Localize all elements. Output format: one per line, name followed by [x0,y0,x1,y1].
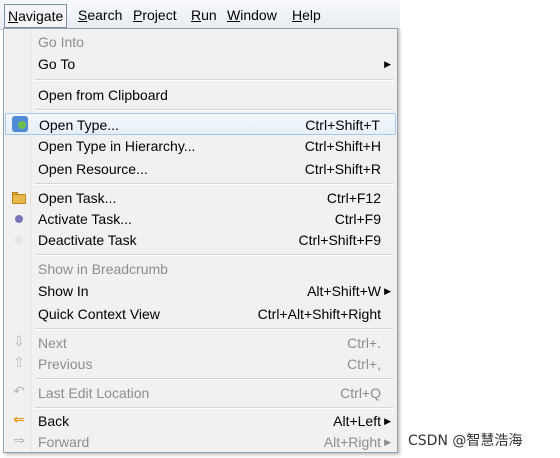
open-type-shortcut: Ctrl+Shift+T [305,117,380,133]
menu-item-next[interactable]: ⇩ Next Ctrl+. [5,332,396,354]
go-into-label: Go Into [38,34,84,50]
last-edit-location-shortcut: Ctrl+Q [340,385,381,401]
show-in-shortcut: Alt+Shift+W [307,283,381,299]
open-task-shortcut: Ctrl+F12 [326,190,381,206]
deactivate-task-label: Deactivate Task [38,232,137,248]
menu-item-open-type[interactable]: Open Type... Ctrl+Shift+T [5,113,396,135]
previous-annotation-icon: ⇧ [13,354,25,370]
open-resource-shortcut: Ctrl+Shift+R [304,161,381,177]
menu-item-open-task[interactable]: Open Task... Ctrl+F12 [5,187,396,209]
forward-arrow-icon: ⇒ [13,432,25,448]
menu-item-deactivate-task[interactable]: Deactivate Task Ctrl+Shift+F9 [5,229,396,251]
submenu-arrow-icon: ▶ [384,416,391,426]
menu-item-forward[interactable]: ⇒ Forward Alt+Right ▶ [5,431,396,453]
task-dot-icon [11,211,27,227]
menu-item-open-resource[interactable]: Open Resource... Ctrl+Shift+R [5,158,396,180]
open-type-icon [12,116,28,132]
menu-item-show-in-breadcrumb[interactable]: Show in Breadcrumb [5,258,396,280]
activate-task-label: Activate Task... [38,211,132,227]
submenu-arrow-icon: ▶ [384,437,391,447]
open-from-clipboard-label: Open from Clipboard [38,87,168,103]
menu-item-quick-context-view[interactable]: Quick Context View Ctrl+Alt+Shift+Right [5,303,396,325]
menu-separator [35,407,393,409]
quick-context-view-label: Quick Context View [38,306,160,322]
watermark-text: CSDN @智慧浩海 [408,433,523,449]
menu-window[interactable]: Window [225,6,279,26]
menu-item-last-edit-location[interactable]: ↶ Last Edit Location Ctrl+Q [5,382,396,404]
menu-item-go-into[interactable]: Go Into [5,31,396,53]
quick-context-view-shortcut: Ctrl+Alt+Shift+Right [257,306,381,322]
menu-project[interactable]: Project [131,6,179,26]
navigate-dropdown-menu: Go Into Go To ▶ Open from Clipboard Open… [3,28,398,453]
back-label: Back [38,413,70,429]
next-shortcut: Ctrl+. [347,335,381,351]
open-type-in-hierarchy-label: Open Type in Hierarchy... [38,138,196,154]
menu-item-go-to[interactable]: Go To ▶ [5,53,396,75]
activate-task-shortcut: Ctrl+F9 [334,211,381,227]
next-label: Next [38,335,67,351]
show-in-breadcrumb-label: Show in Breadcrumb [38,261,168,277]
menu-item-previous[interactable]: ⇧ Previous Ctrl+, [5,353,396,375]
back-shortcut: Alt+Left [333,413,381,429]
menu-run[interactable]: Run [189,6,219,26]
menu-item-back[interactable]: ⇐ Back Alt+Left ▶ [5,410,396,432]
menu-separator [35,109,393,111]
menu-navigate[interactable]: Navigate [4,4,68,28]
menu-item-activate-task[interactable]: Activate Task... Ctrl+F9 [5,208,396,230]
submenu-arrow-icon: ▶ [384,59,391,69]
open-task-label: Open Task... [38,190,117,206]
menu-item-show-in[interactable]: Show In Alt+Shift+W ▶ [5,280,396,302]
submenu-arrow-icon: ▶ [384,286,391,296]
go-to-label: Go To [38,56,76,72]
open-type-in-hierarchy-shortcut: Ctrl+Shift+H [304,138,381,154]
open-type-label: Open Type... [39,117,119,133]
open-resource-label: Open Resource... [38,161,148,177]
back-arrow-icon: ⇐ [13,411,25,427]
open-folder-icon [11,190,27,206]
previous-shortcut: Ctrl+, [347,356,381,372]
menu-separator [35,328,393,330]
task-dot-disabled-icon [11,232,27,248]
deactivate-task-shortcut: Ctrl+Shift+F9 [298,232,381,248]
menu-help[interactable]: Help [290,6,323,26]
forward-shortcut: Alt+Right [323,434,381,450]
menu-item-open-type-in-hierarchy[interactable]: Open Type in Hierarchy... Ctrl+Shift+H [5,135,396,157]
menu-separator [35,79,393,81]
menu-search[interactable]: Search [76,6,124,26]
menu-bar: Navigate Search Project Run Window Help [0,0,400,30]
last-edit-location-icon: ↶ [13,383,25,399]
menu-separator [35,378,393,380]
menu-item-open-from-clipboard[interactable]: Open from Clipboard [5,84,396,106]
previous-label: Previous [38,356,93,372]
forward-label: Forward [38,434,90,450]
show-in-label: Show In [38,283,89,299]
last-edit-location-label: Last Edit Location [38,385,150,401]
menu-separator [35,254,393,256]
next-annotation-icon: ⇩ [13,333,25,349]
menu-separator [35,183,393,185]
